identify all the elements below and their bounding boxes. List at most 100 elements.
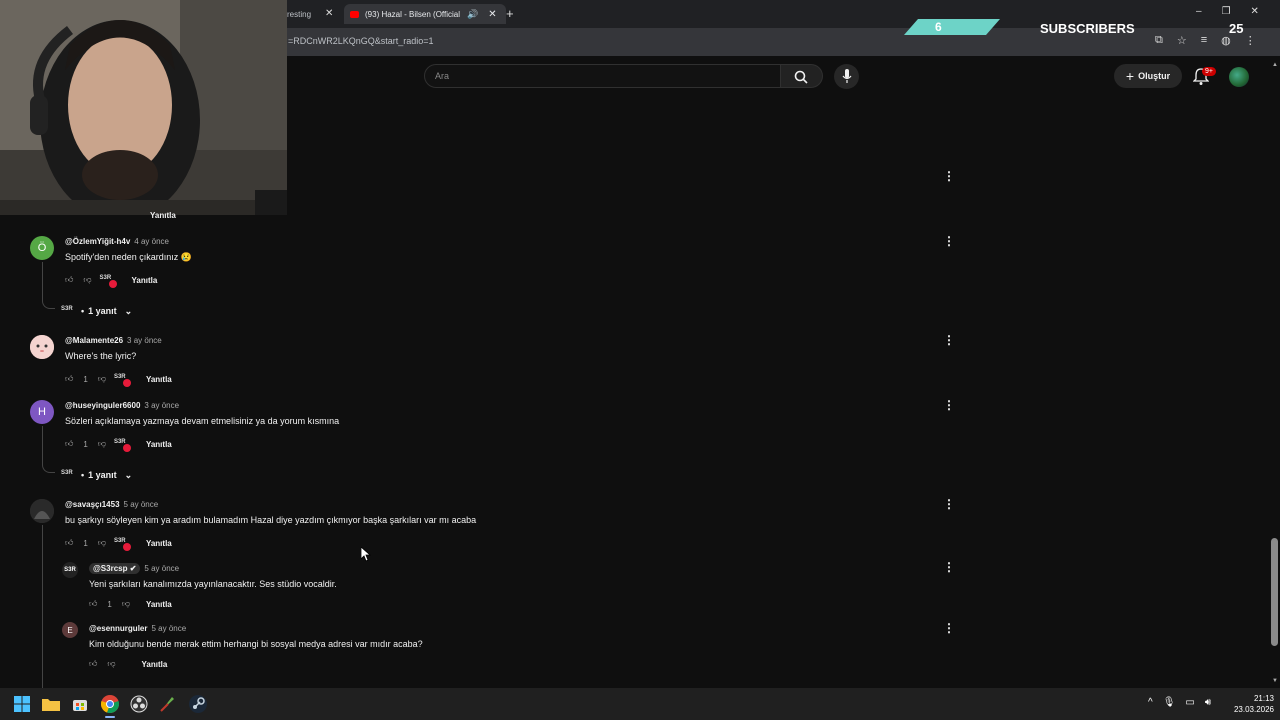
app-feather-icon[interactable]	[157, 694, 177, 714]
avatar[interactable]: E	[62, 622, 78, 638]
playlist-icon[interactable]: ≡	[1201, 34, 1207, 47]
bookmark-star-icon[interactable]: ☆	[1177, 34, 1187, 47]
comment-2	[30, 335, 54, 359]
new-tab-icon[interactable]: +	[506, 6, 514, 21]
create-button[interactable]: + Oluştur	[1114, 64, 1182, 88]
taskbar-clock[interactable]: 21:13 23.03.2026	[1234, 693, 1274, 715]
comment-menu-icon[interactable]: ⋮	[943, 399, 955, 411]
replies-toggle[interactable]: • 1 yanıt ⌄	[61, 468, 132, 482]
dislike-icon[interactable]: 👎︎	[98, 439, 106, 449]
user-avatar[interactable]	[1229, 67, 1249, 87]
comment-author[interactable]: @Malamente26 3 ay önce	[65, 336, 162, 345]
reply-button[interactable]: Yanıtla	[132, 276, 158, 285]
thread-line	[42, 262, 43, 300]
comment-actions: 👍︎ 1 👎︎ Yanıtla	[65, 372, 172, 387]
creator-heart-icon	[114, 536, 131, 551]
channel-avatar[interactable]: S3R	[62, 562, 78, 578]
like-count: 1	[107, 599, 112, 609]
url-text[interactable]: =RDCnWR2LKQnGQ&start_radio=1	[288, 36, 434, 46]
avatar[interactable]	[30, 499, 54, 523]
comment-time[interactable]: 3 ay önce	[144, 401, 179, 410]
comment-menu-icon[interactable]: ⋮	[943, 334, 955, 346]
comment-author[interactable]: @savaşçı1453 5 ay önce	[65, 500, 158, 509]
dislike-icon[interactable]: 👎︎	[98, 374, 106, 384]
replies-toggle[interactable]: • 1 yanıt ⌄	[61, 304, 132, 318]
dislike-icon[interactable]: 👎︎	[83, 275, 91, 285]
reply-text: Kim olduğunu bende merak ettim herhangi …	[89, 639, 423, 649]
microphone-tray-icon[interactable]: 🎙︎	[1163, 697, 1176, 708]
like-icon[interactable]: 👍︎	[65, 538, 73, 548]
partial-reply-button[interactable]: Yanıtla	[150, 210, 176, 220]
like-icon[interactable]: 👍︎	[65, 439, 73, 449]
subscriber-count: 6	[935, 20, 942, 34]
reply-time[interactable]: 5 ay önce	[144, 564, 179, 573]
menu-kebab-icon[interactable]: ⋮	[1245, 34, 1256, 47]
comment-time[interactable]: 3 ay önce	[127, 336, 162, 345]
reply-menu-icon[interactable]: ⋮	[943, 622, 955, 634]
reply-button[interactable]: Yanıtla	[142, 660, 168, 669]
comment-menu-icon[interactable]: ⋮	[943, 498, 955, 510]
restore-icon[interactable]: ❐	[1222, 6, 1231, 17]
store-icon[interactable]	[70, 694, 90, 714]
display-icon[interactable]: ▭	[1185, 697, 1194, 708]
install-icon[interactable]: ⧉	[1155, 34, 1163, 47]
scroll-down-icon[interactable]: ▼	[1272, 678, 1278, 684]
speaker-icon[interactable]: 🔊	[467, 9, 478, 20]
chrome-icon[interactable]	[100, 694, 120, 714]
mouse-cursor-icon	[361, 547, 371, 562]
avatar[interactable]	[30, 335, 54, 359]
avatar[interactable]: H	[30, 400, 54, 424]
plus-icon: +	[1125, 68, 1135, 84]
browser-tab-active[interactable]: (93) Hazal - Bilsen (Official 🔊 ✕	[344, 4, 506, 24]
close-tab-icon[interactable]: ✕	[325, 8, 333, 19]
reply-time[interactable]: 5 ay önce	[151, 624, 186, 633]
like-icon[interactable]: 👍︎	[65, 275, 73, 285]
reply-button[interactable]: Yanıtla	[146, 440, 172, 449]
voice-search-button[interactable]	[834, 64, 859, 89]
comment-time[interactable]: 5 ay önce	[124, 500, 159, 509]
reply-author[interactable]: @S3rcsp ✔ 5 ay önce	[89, 563, 179, 574]
search-icon	[794, 70, 808, 84]
volume-icon[interactable]: 🔊︎	[1205, 697, 1211, 708]
avatar[interactable]: Ö	[30, 236, 54, 260]
microphone-icon	[842, 69, 852, 83]
close-tab-icon[interactable]: ✕	[488, 9, 496, 20]
youtube-favicon-icon	[350, 10, 359, 18]
reply-1: S3R	[62, 562, 78, 578]
comment-author[interactable]: @ÖzlemYiğit-h4v 4 ay önce	[65, 237, 169, 246]
reply-author[interactable]: @esennurguler 5 ay önce	[89, 624, 186, 633]
steam-icon[interactable]	[188, 694, 208, 714]
comment-menu-icon[interactable]: ⋮	[943, 170, 955, 182]
comment-actions: 👍︎ 👎︎ Yanıtla	[65, 273, 158, 288]
file-explorer-icon[interactable]	[41, 694, 61, 714]
comment-menu-icon[interactable]: ⋮	[943, 235, 955, 247]
dislike-icon[interactable]: 👎︎	[107, 659, 115, 669]
minimize-icon[interactable]: –	[1196, 6, 1202, 17]
scroll-up-icon[interactable]: ▲	[1272, 62, 1278, 68]
reply-menu-icon[interactable]: ⋮	[943, 561, 955, 573]
search-box[interactable]: Ara	[424, 64, 781, 88]
browser-tab-1[interactable]: resting ✕	[287, 4, 343, 24]
dislike-icon[interactable]: 👎︎	[98, 538, 106, 548]
tray-expand-icon[interactable]: ^	[1148, 697, 1153, 708]
like-count: 1	[83, 439, 88, 449]
comment-author[interactable]: @huseyinguler6600 3 ay önce	[65, 401, 179, 410]
comment-3: H	[30, 400, 54, 424]
thread-curve	[42, 464, 55, 473]
verified-check-icon: ✔	[129, 564, 137, 573]
like-icon[interactable]: 👍︎	[89, 599, 97, 609]
comment-time[interactable]: 4 ay önce	[134, 237, 169, 246]
reply-button[interactable]: Yanıtla	[146, 539, 172, 548]
like-icon[interactable]: 👍︎	[89, 659, 97, 669]
close-window-icon[interactable]: ✕	[1251, 6, 1259, 17]
reply-button[interactable]: Yanıtla	[146, 375, 172, 384]
channel-avatar-icon	[61, 304, 77, 318]
like-icon[interactable]: 👍︎	[65, 374, 73, 384]
avatar-face-icon	[30, 335, 54, 359]
dislike-icon[interactable]: 👎︎	[122, 599, 130, 609]
reply-button[interactable]: Yanıtla	[146, 600, 172, 609]
obs-icon[interactable]	[129, 694, 149, 714]
start-windows-icon[interactable]	[12, 694, 32, 714]
scrollbar-thumb[interactable]	[1271, 538, 1278, 646]
search-button[interactable]	[781, 64, 823, 88]
